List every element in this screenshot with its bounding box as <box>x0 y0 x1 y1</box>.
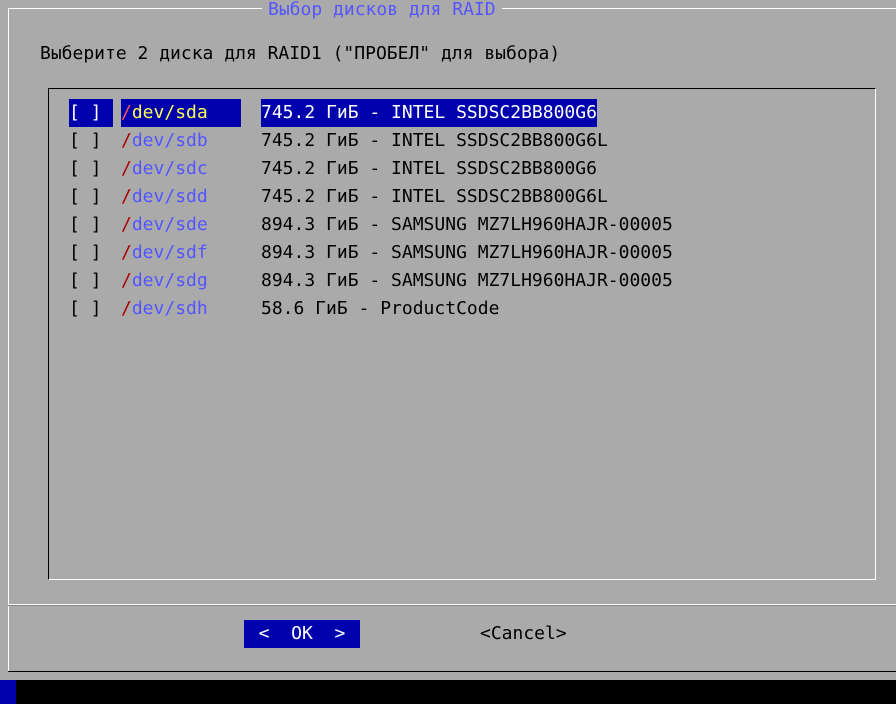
device-name: dev/sdd <box>131 186 208 207</box>
device-name: dev/sde <box>131 214 208 235</box>
checkbox[interactable]: [ ] <box>69 267 121 295</box>
checkbox[interactable]: [ ] <box>69 155 121 183</box>
device-name: dev/sdc <box>131 158 208 179</box>
device-name: dev/sda <box>131 102 208 123</box>
device-path: /dev/sdc <box>121 155 261 183</box>
device-path: /dev/sda <box>121 99 241 127</box>
checkbox[interactable]: [ ] <box>69 239 121 267</box>
disk-description: 745.2 ГиБ - INTEL SSDSC2BB800G6L <box>261 186 608 207</box>
disk-description: 894.3 ГиБ - SAMSUNG MZ7LH960HAJR-00005 <box>261 270 673 291</box>
dialog-title: Выбор дисков для RAID <box>262 0 502 24</box>
disk-description: 745.2 ГиБ - INTEL SSDSC2BB800G6 <box>261 99 597 127</box>
dialog-frame-bottom <box>8 671 896 672</box>
button-separator-shade <box>8 605 896 606</box>
disk-description: 58.6 ГиБ - ProductCode <box>261 298 500 319</box>
device-name: dev/sdf <box>131 242 208 263</box>
device-slash: / <box>121 298 132 319</box>
device-name: dev/sdh <box>131 298 208 319</box>
disk-description: 894.3 ГиБ - SAMSUNG MZ7LH960HAJR-00005 <box>261 242 673 263</box>
checkbox[interactable]: [ ] <box>69 211 121 239</box>
dialog-prompt: Выберите 2 диска для RAID1 ("ПРОБЕЛ" для… <box>40 43 561 64</box>
disk-item-sdg[interactable]: [ ] /dev/sdg 894.3 ГиБ - SAMSUNG MZ7LH96… <box>69 267 673 295</box>
disk-item-sda[interactable]: [ ] /dev/sda 745.2 ГиБ - INTEL SSDSC2BB8… <box>69 99 597 127</box>
disk-description: 745.2 ГиБ - INTEL SSDSC2BB800G6L <box>261 130 608 151</box>
device-path: /dev/sde <box>121 211 261 239</box>
cancel-button[interactable]: <Cancel> <box>480 620 567 648</box>
device-path: /dev/sdh <box>121 295 261 323</box>
device-slash: / <box>121 102 132 123</box>
device-path: /dev/sdf <box>121 239 261 267</box>
disk-item-sdb[interactable]: [ ] /dev/sdb 745.2 ГиБ - INTEL SSDSC2BB8… <box>69 127 608 155</box>
ok-button[interactable]: < OK > <box>244 620 360 648</box>
disk-description: 894.3 ГиБ - SAMSUNG MZ7LH960HAJR-00005 <box>261 214 673 235</box>
device-name: dev/sdb <box>131 130 208 151</box>
device-slash: / <box>121 270 132 291</box>
device-name: dev/sdg <box>131 270 208 291</box>
disk-item-sdc[interactable]: [ ] /dev/sdc 745.2 ГиБ - INTEL SSDSC2BB8… <box>69 155 597 183</box>
disk-item-sde[interactable]: [ ] /dev/sde 894.3 ГиБ - SAMSUNG MZ7LH96… <box>69 211 673 239</box>
disk-item-sdd[interactable]: [ ] /dev/sdd 745.2 ГиБ - INTEL SSDSC2BB8… <box>69 183 608 211</box>
device-slash: / <box>121 242 132 263</box>
device-slash: / <box>121 130 132 151</box>
device-slash: / <box>121 214 132 235</box>
device-slash: / <box>121 158 132 179</box>
checkbox[interactable]: [ ] <box>69 183 121 211</box>
disk-checklist[interactable]: [ ] /dev/sda 745.2 ГиБ - INTEL SSDSC2BB8… <box>48 88 876 580</box>
checkbox[interactable]: [ ] <box>69 295 121 323</box>
disk-description: 745.2 ГиБ - INTEL SSDSC2BB800G6 <box>261 158 597 179</box>
disk-item-sdh[interactable]: [ ] /dev/sdh 58.6 ГиБ - ProductCode <box>69 295 499 323</box>
device-path: /dev/sdg <box>121 267 261 295</box>
disk-item-sdf[interactable]: [ ] /dev/sdf 894.3 ГиБ - SAMSUNG MZ7LH96… <box>69 239 673 267</box>
checkbox[interactable]: [ ] <box>69 127 121 155</box>
dialog-shadow <box>16 680 896 704</box>
device-slash: / <box>121 186 132 207</box>
device-path: /dev/sdb <box>121 127 261 155</box>
checkbox[interactable]: [ ] <box>69 99 113 127</box>
raid-disk-dialog: Выбор дисков для RAID Выберите 2 диска д… <box>0 0 896 680</box>
device-path: /dev/sdd <box>121 183 261 211</box>
